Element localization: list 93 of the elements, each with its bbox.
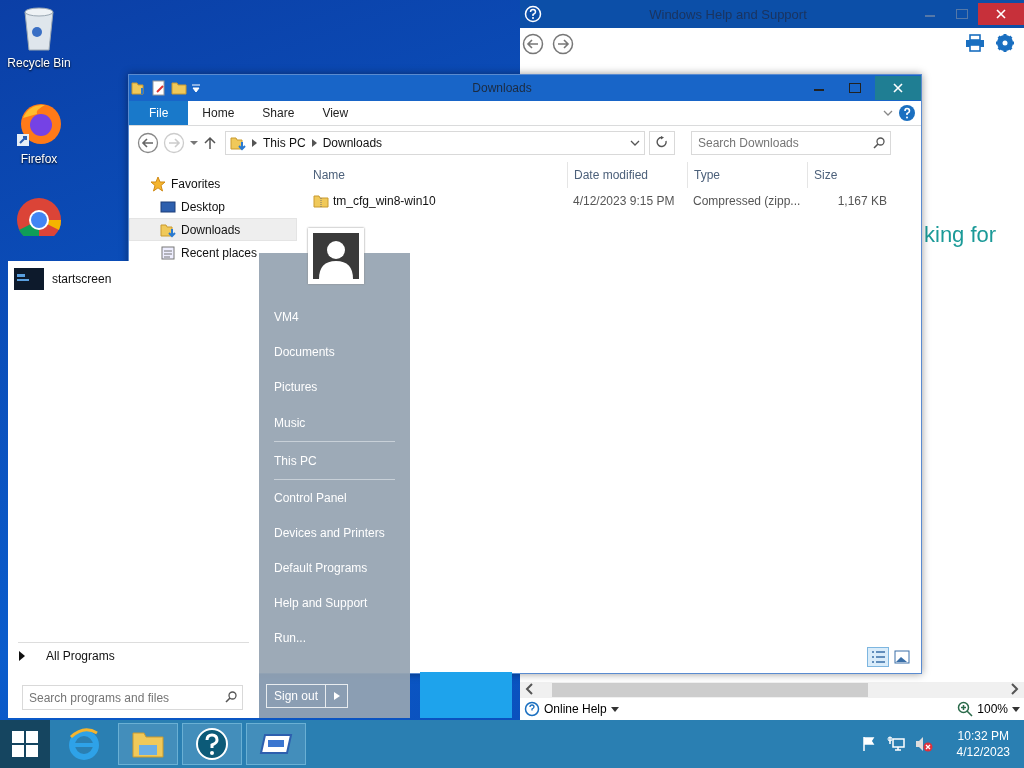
details-list-icon (870, 649, 886, 665)
back-button[interactable] (137, 132, 159, 154)
user-avatar[interactable] (308, 228, 364, 284)
table-cell-text: 1,167 KB (836, 194, 888, 208)
program-item[interactable]: startscreen (8, 261, 259, 297)
column-header[interactable]: Date modified (567, 162, 687, 188)
column-header[interactable]: Size (807, 162, 907, 188)
search-icon[interactable] (225, 691, 237, 703)
speaker-muted-icon[interactable] (914, 736, 933, 752)
file-explorer-icon (131, 729, 165, 759)
star-icon (150, 175, 166, 192)
taskbar-app-button[interactable] (182, 723, 242, 765)
chevron-right-icon (311, 139, 317, 147)
chevron-right-icon (252, 139, 257, 147)
up-arrow-icon[interactable] (203, 136, 217, 150)
window-title: Windows Help and Support (648, 6, 808, 22)
flag-icon[interactable] (860, 736, 877, 752)
printer-icon (965, 33, 985, 52)
person-silhouette-icon (313, 233, 359, 279)
file-menu-tab[interactable]: File (129, 101, 189, 125)
dropdown-icon[interactable] (630, 139, 640, 147)
clock[interactable]: 10:32 PM 4/12/2023 (956, 729, 1010, 759)
breadcrumb-item[interactable]: Downloads (322, 136, 383, 150)
triangle-right-icon (18, 651, 26, 661)
back-button[interactable] (522, 33, 544, 55)
chrome-icon (15, 196, 63, 236)
heading-text: king for (924, 222, 997, 248)
forward-button[interactable] (552, 33, 574, 55)
download-folder-icon (230, 135, 246, 151)
refresh-button[interactable] (649, 131, 675, 155)
ribbon-tab[interactable]: View (308, 101, 363, 125)
scroll-thumb[interactable] (552, 683, 868, 697)
chevron-left-icon (525, 683, 533, 695)
zoom-dropdown[interactable]: 100% (957, 701, 1020, 717)
expand-ribbon-icon[interactable] (883, 109, 893, 117)
desktop-icon-label[interactable]: Firefox (20, 152, 58, 166)
settings-button[interactable] (994, 33, 1016, 55)
search-icon[interactable] (873, 137, 885, 149)
zoom-in-icon (957, 701, 974, 717)
monitor-icon (160, 198, 176, 215)
refresh-icon (656, 136, 668, 148)
help-icon (195, 727, 229, 761)
help-icon (524, 5, 542, 23)
desktop-icon-label[interactable]: Recycle Bin (7, 56, 71, 70)
browser-e-icon (67, 727, 101, 761)
picture-icon (894, 650, 910, 664)
help-icon (524, 701, 540, 717)
caret-icon (1012, 706, 1020, 712)
search-field[interactable]: Search Downloads (691, 131, 891, 155)
search-field[interactable]: Search programs and files (22, 685, 243, 710)
ribbon-tab[interactable]: Share (248, 101, 309, 125)
settings-icon (995, 33, 1015, 53)
document-icon[interactable] (151, 80, 167, 96)
column-header[interactable]: Type (687, 162, 807, 188)
window-app-icon (259, 732, 293, 756)
table-cell-text: Compressed (zipp... (692, 194, 802, 208)
details-view-button[interactable] (867, 647, 889, 667)
recent-locations-icon[interactable] (189, 140, 199, 146)
address-bar[interactable]: This PC Downloads (225, 131, 645, 155)
close-icon (893, 83, 903, 93)
folder-properties-icon[interactable] (131, 80, 147, 96)
network-icon[interactable] (886, 736, 905, 752)
start-button[interactable] (0, 720, 50, 768)
navigation-item[interactable]: Desktop (129, 195, 297, 218)
close-icon (996, 9, 1006, 19)
close-button[interactable] (978, 3, 1024, 25)
column-header[interactable]: Name (307, 162, 567, 188)
window-title: Downloads (471, 81, 533, 95)
all-programs-button[interactable]: All Programs (18, 642, 249, 669)
file-name-cell[interactable]: tm_cfg_win8-win10 (307, 193, 567, 209)
help-icon[interactable] (899, 105, 915, 121)
online-help-dropdown[interactable]: Online Help (524, 701, 619, 717)
breadcrumb-item[interactable]: This PC (263, 136, 306, 150)
navigation-item[interactable]: Favorites (129, 172, 297, 195)
horizontal-scrollbar[interactable] (520, 682, 1024, 698)
zip-folder-icon (313, 193, 329, 209)
download-folder-icon (160, 221, 176, 238)
print-button[interactable] (964, 33, 986, 55)
close-button[interactable] (875, 76, 921, 100)
new-folder-icon (171, 80, 187, 96)
chevron-right-icon (1011, 683, 1019, 695)
caret-icon (610, 706, 619, 712)
app-tile-icon (14, 268, 44, 290)
ribbon-tab[interactable]: Home (188, 101, 249, 125)
large-icons-view-button[interactable] (891, 647, 913, 667)
triangle-right-icon (333, 692, 340, 700)
maximize-icon (849, 83, 861, 93)
recent-places-icon (160, 244, 176, 261)
taskbar-app-button[interactable] (246, 723, 306, 765)
windows-logo-icon (12, 731, 38, 757)
table-cell-text: 4/12/2023 9:15 PM (572, 194, 676, 208)
maximize-icon (956, 9, 968, 19)
navigation-item[interactable]: Downloads (129, 218, 297, 241)
